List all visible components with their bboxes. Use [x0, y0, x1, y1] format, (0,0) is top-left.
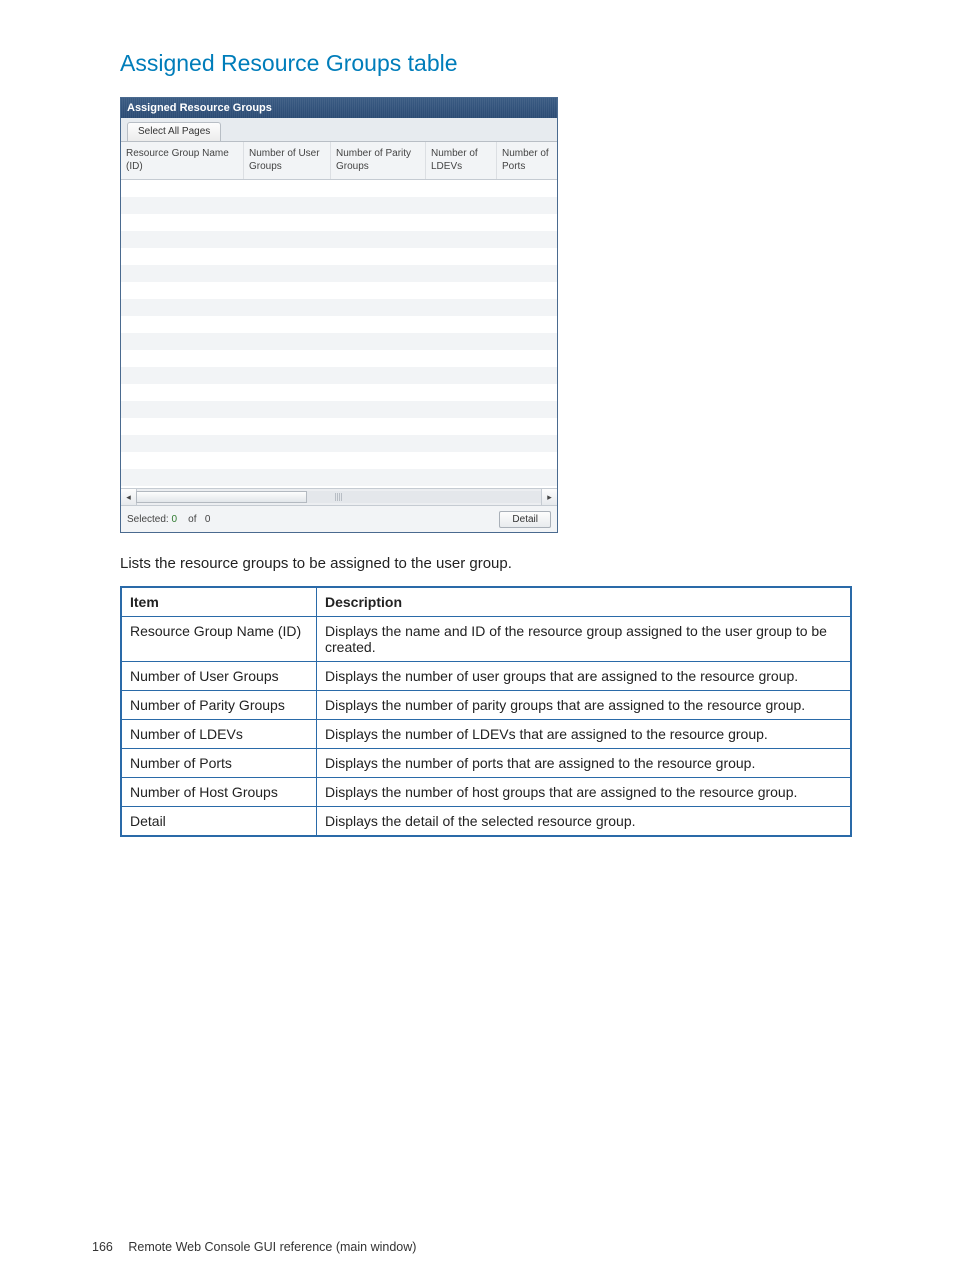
table-row: [121, 282, 557, 299]
table-row: [121, 418, 557, 435]
table-row: Number of LDEVs Displays the number of L…: [121, 720, 851, 749]
col-number-ports[interactable]: Number of Ports: [497, 142, 557, 179]
table-row: [121, 350, 557, 367]
grid-body: [121, 180, 557, 488]
scroll-grip-icon: [335, 493, 343, 501]
panel-footer: Selected: 0 of 0 Detail: [121, 506, 557, 532]
col-resource-group-name[interactable]: Resource Group Name (ID): [121, 142, 244, 179]
cell-desc: Displays the detail of the selected reso…: [317, 807, 852, 837]
table-row: Number of Ports Displays the number of p…: [121, 749, 851, 778]
selected-count: 0: [171, 514, 177, 525]
cell-desc: Displays the number of user groups that …: [317, 662, 852, 691]
panel-title-bar: Assigned Resource Groups: [121, 98, 557, 118]
cell-desc: Displays the number of ports that are as…: [317, 749, 852, 778]
table-row: Number of Host Groups Displays the numbe…: [121, 778, 851, 807]
description-text: Lists the resource groups to be assigned…: [120, 555, 894, 572]
table-row: [121, 316, 557, 333]
selection-status: Selected: 0 of 0: [127, 514, 499, 525]
cell-desc: Displays the number of host groups that …: [317, 778, 852, 807]
scroll-left-icon[interactable]: ◂: [121, 489, 137, 505]
table-row: [121, 435, 557, 452]
table-row: [121, 452, 557, 469]
cell-desc: Displays the number of LDEVs that are as…: [317, 720, 852, 749]
table-row: [121, 299, 557, 316]
definition-table: Item Description Resource Group Name (ID…: [120, 586, 852, 837]
cell-desc: Displays the number of parity groups tha…: [317, 691, 852, 720]
table-row: [121, 384, 557, 401]
detail-button[interactable]: Detail: [499, 511, 551, 528]
table-row: Resource Group Name (ID) Displays the na…: [121, 617, 851, 662]
table-row: Number of Parity Groups Displays the num…: [121, 691, 851, 720]
table-row: [121, 469, 557, 486]
table-row: [121, 265, 557, 282]
select-all-pages-button[interactable]: Select All Pages: [127, 122, 221, 141]
column-headers: Resource Group Name (ID) Number of User …: [121, 142, 557, 180]
table-row: [121, 231, 557, 248]
cell-item: Number of User Groups: [121, 662, 317, 691]
th-item: Item: [121, 587, 317, 617]
panel-title: Assigned Resource Groups: [127, 102, 272, 114]
table-row: [121, 367, 557, 384]
table-row: Detail Displays the detail of the select…: [121, 807, 851, 837]
cell-item: Number of Host Groups: [121, 778, 317, 807]
assigned-resource-groups-panel: Assigned Resource Groups Select All Page…: [120, 97, 558, 533]
cell-desc: Displays the name and ID of the resource…: [317, 617, 852, 662]
table-row: [121, 197, 557, 214]
table-row: [121, 248, 557, 265]
col-number-ldevs[interactable]: Number of LDEVs: [426, 142, 497, 179]
table-row: Number of User Groups Displays the numbe…: [121, 662, 851, 691]
cell-item: Number of Ports: [121, 749, 317, 778]
scroll-track[interactable]: [136, 491, 542, 503]
of-label: of: [188, 514, 196, 525]
cell-item: Detail: [121, 807, 317, 837]
total-count: 0: [205, 514, 211, 525]
section-title: Assigned Resource Groups table: [120, 50, 894, 77]
col-number-parity-groups[interactable]: Number of Parity Groups: [331, 142, 426, 179]
tab-row: Select All Pages: [121, 118, 557, 142]
table-row: [121, 214, 557, 231]
cell-item: Resource Group Name (ID): [121, 617, 317, 662]
table-row: [121, 401, 557, 418]
cell-item: Number of Parity Groups: [121, 691, 317, 720]
scroll-right-icon[interactable]: ▸: [541, 489, 557, 505]
scroll-thumb[interactable]: [136, 491, 307, 503]
table-row: [121, 180, 557, 197]
page-number: 166: [92, 1240, 113, 1254]
page-footer: 166 Remote Web Console GUI reference (ma…: [92, 1240, 416, 1254]
footer-text: Remote Web Console GUI reference (main w…: [128, 1240, 416, 1254]
cell-item: Number of LDEVs: [121, 720, 317, 749]
horizontal-scrollbar[interactable]: ◂ ▸: [121, 488, 557, 506]
selected-label: Selected:: [127, 514, 169, 525]
th-description: Description: [317, 587, 852, 617]
table-row: [121, 333, 557, 350]
col-number-user-groups[interactable]: Number of User Groups: [244, 142, 331, 179]
